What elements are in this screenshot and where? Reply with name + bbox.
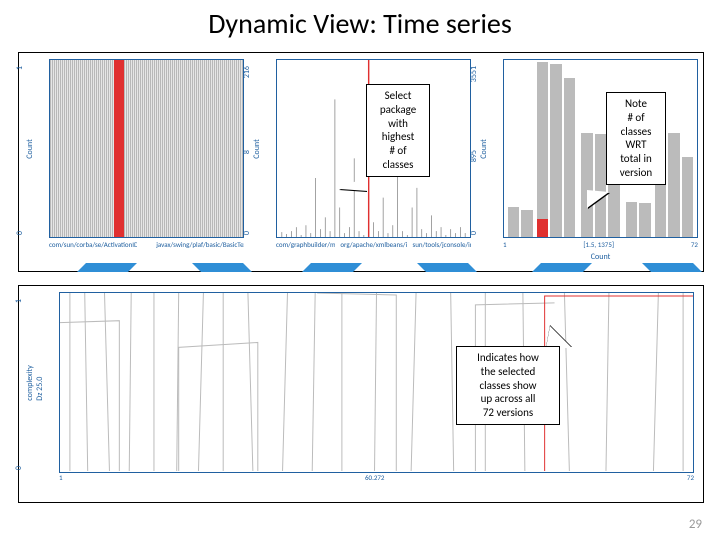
plot-big-area[interactable] [59,292,694,473]
plot-3-highlight-bar [537,219,549,237]
slide-title: Dynamic View: Time series [0,0,720,41]
callout-select: Select package with highest # of classes [366,84,430,177]
plot-2-xtick-mid: org/apache/xmlbeans/impl/jam/internal/el… [340,240,406,249]
arrow-row [22,263,700,275]
plot-2-ytick-lo: 0 [242,231,252,235]
plot-3-yaxis: 0 895 3551 Count [475,59,489,238]
callout-note-pointer-icon [587,190,609,208]
arrow-icon [302,263,362,272]
plot-2-xtick-hi: sun/tools/jconsole/inspector [412,240,471,249]
plot-3-xtick-hi: 72 [691,240,698,249]
plot-big-ytick-hi: 1 [14,299,24,303]
plot-3-xtick-lo: 1 [503,240,507,249]
plot-3-xaxis: 1 [1.5, 1375] 72 Count [503,240,698,262]
plot-1-xtick-hi: javax/swing/plaf/basic/BasicTextUI [156,240,244,249]
plot-2-xaxis: com/graphbuilder/math/func org/apache/xm… [276,240,471,262]
plot-3: 0 895 3551 Count 1 [1.5, 1375] 72 Count [475,56,700,266]
plot-3-xlabel: Count [503,252,698,262]
plot-1-stripes [50,60,243,237]
plot-3-ylabel: Count [479,139,489,159]
plot-2-yaxis: 0 8 216 Count [248,59,262,238]
arrow-icon [642,263,702,272]
plot-1-ytick-hi: 1 [15,66,25,70]
plot-2-xtick-lo: com/graphbuilder/math/func [276,240,335,249]
plot-big-ytick-lo: 0 [14,466,24,470]
callout-indicates: Indicates how the selected classes show … [456,346,560,425]
callout-note: Note # of classes WRT total in version [606,92,666,185]
plot-2-ytick-hi: 216 [242,66,252,78]
plot-2: 0 8 216 Count [248,56,473,266]
callout-select-pointer-icon [340,175,368,191]
plot-big-ylabel: complexity Dz 25.0 [25,365,45,400]
plot-2-ylabel: Count [252,139,262,159]
plot-big-yaxis: 0 1 complexity Dz 25.0 [21,292,41,473]
plot-3-xtick-mid: [1.5, 1375] [583,240,614,249]
arrow-icon [192,263,252,272]
plot-3-bars [504,60,697,237]
plot-1-xaxis: com/sun/corba/se/ActivationIDL/InitialNa… [49,240,244,262]
plot-big: 0 1 complexity Dz 25.0 1 60.272 72 [21,289,700,497]
plot-3-ytick-mid: 895 [469,150,479,162]
plot-1-yaxis: 0 1 Count [21,59,35,238]
plot-big-xaxis: 1 60.272 72 [59,473,694,491]
plot-3-ytick-lo: 0 [469,231,479,235]
plot-1-highlight-bar [114,60,124,237]
plot-big-xtick-lo: 1 [59,473,63,482]
plot-1-ytick-lo: 0 [15,231,25,235]
plot-3-area[interactable] [503,59,698,238]
slide-number: 29 [689,517,702,532]
plot-2-ytick-mid: 8 [242,150,252,154]
plot-1: 0 1 Count com/sun/corba/se/ActivationIDL… [21,56,246,266]
plot-big-xtick-hi: 72 [687,473,694,482]
callout-indicates-pointer-icon [546,326,572,348]
plot-3-ytick-hi: 3551 [469,66,479,82]
plot-1-ylabel: Count [25,139,35,159]
plot-big-xtick-mid: 60.272 [365,473,385,482]
plot-1-xtick-lo: com/sun/corba/se/ActivationIDL/InitialNa… [49,240,137,249]
arrow-icon [77,263,137,272]
arrow-icon [417,263,477,272]
plot-big-lines [60,293,693,471]
arrow-icon [532,263,592,272]
plot-1-area[interactable] [49,59,244,238]
